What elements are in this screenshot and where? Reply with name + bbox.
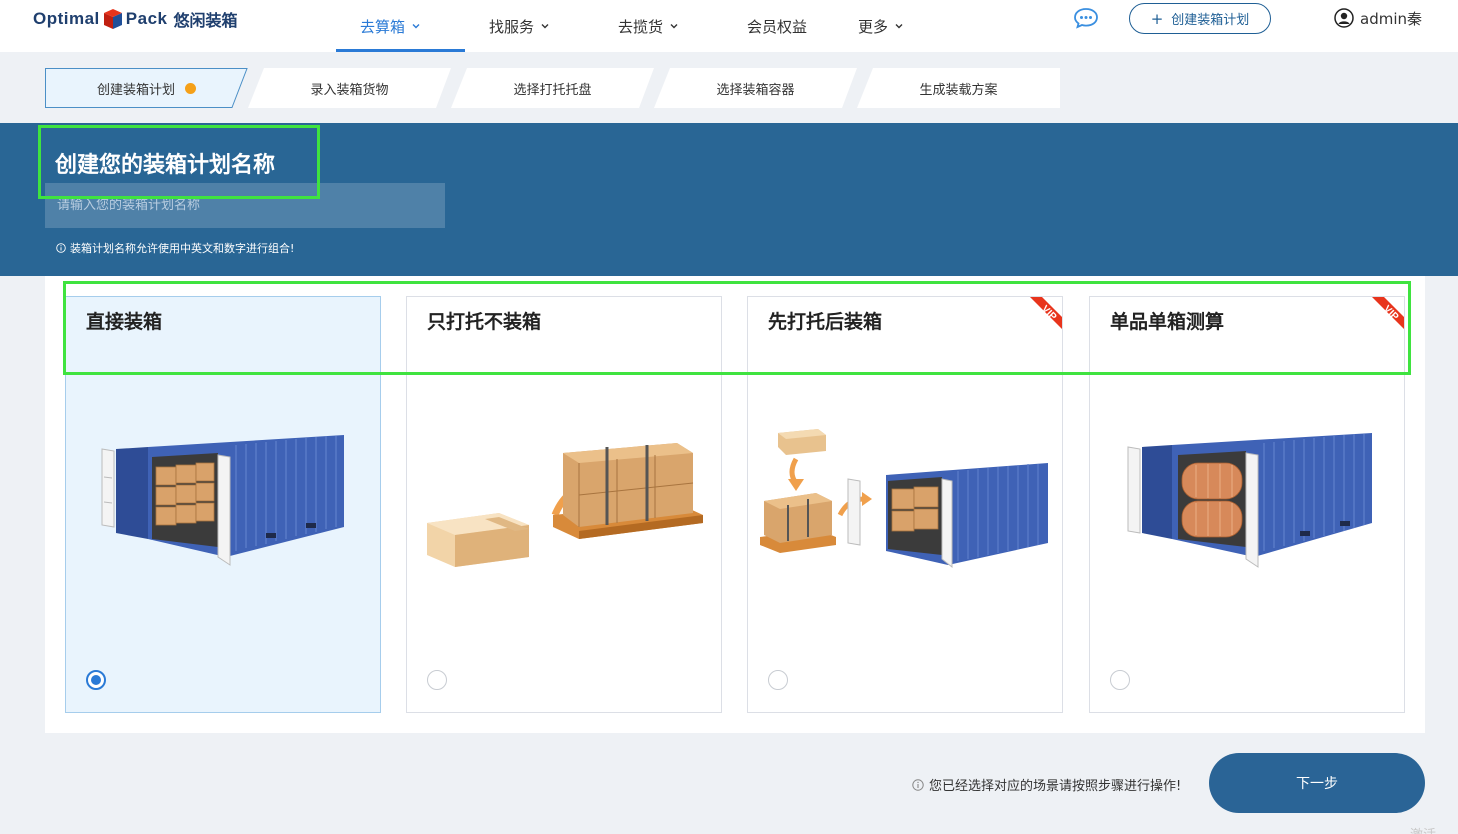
option-card-pallet-then-pack[interactable]: 先打托后装箱 VIP [747, 296, 1063, 713]
next-step-button[interactable]: 下一步 [1209, 753, 1425, 813]
footer-hint: 您已经选择对应的场景请按照步骤进行操作! [912, 775, 1181, 794]
pallet-to-container-icon [760, 429, 1048, 569]
plus-icon: + [1150, 9, 1164, 28]
chevron-down-icon [412, 24, 420, 29]
step-create-plan[interactable]: 创建装箱计划 [45, 68, 248, 108]
cube-logo-icon [103, 9, 122, 29]
step-select-pallet[interactable]: 选择打托托盘 [451, 68, 654, 108]
option-title: 先打托后装箱 [768, 311, 883, 333]
active-step-dot [185, 82, 196, 94]
step-label: 选择装箱容器 [716, 82, 795, 98]
brand-cn-name: 悠闲装箱 [173, 11, 238, 30]
step-label: 创建装箱计划 [96, 82, 175, 98]
create-plan-label: 创建装箱计划 [1171, 13, 1250, 28]
plan-name-input[interactable] [45, 183, 445, 228]
nav-get-cargo-label: 去揽货 [618, 17, 664, 36]
nav-calc-box[interactable]: 去算箱 [360, 0, 421, 52]
step-generate-plan[interactable]: 生成装载方案 [857, 68, 1060, 108]
user-menu[interactable]: admin秦 [1334, 6, 1422, 30]
chevron-down-icon [670, 24, 678, 29]
page-title: 创建您的装箱计划名称 [55, 153, 276, 178]
option-title: 直接装箱 [86, 311, 163, 333]
option-radio[interactable] [1110, 670, 1130, 690]
name-hint: 装箱计划名称允许使用中英文和数字进行组合! [56, 240, 294, 256]
option-radio[interactable] [427, 670, 447, 690]
chevron-down-icon [541, 24, 549, 29]
nav-find-service[interactable]: 找服务 [489, 0, 550, 52]
brand-word-1: Optimal [33, 9, 100, 28]
option-card-single-item[interactable]: 单品单箱测算 VIP [1089, 296, 1405, 713]
brand-logo[interactable]: Optimal Pack 悠闲装箱 [33, 4, 238, 34]
step-select-container[interactable]: 选择装箱容器 [654, 68, 857, 108]
vip-ribbon: VIP [1030, 297, 1062, 329]
user-name: admin秦 [1360, 9, 1422, 28]
top-navbar: Optimal Pack 悠闲装箱 去算箱 找服务 去揽货 会员权益 更多 + … [0, 0, 1458, 52]
box-to-pallet-icon [427, 443, 703, 567]
create-plan-button[interactable]: + 创建装箱计划 [1129, 3, 1271, 34]
nav-calc-box-label: 去算箱 [360, 17, 406, 36]
corner-watermark-text: 激活 [1410, 824, 1436, 834]
info-icon [912, 778, 924, 791]
container-with-boxes-icon [101, 435, 344, 566]
container-with-rolls-icon [1127, 433, 1372, 568]
user-avatar-icon [1334, 8, 1354, 28]
step-label: 选择打托托盘 [513, 82, 592, 98]
option-title: 只打托不装箱 [427, 311, 542, 333]
brand-word-2: Pack [125, 9, 168, 28]
step-label: 录入装箱货物 [310, 82, 389, 98]
step-enter-cargo[interactable]: 录入装箱货物 [248, 68, 451, 108]
option-radio[interactable] [768, 670, 788, 690]
nav-find-service-label: 找服务 [489, 17, 535, 36]
name-hint-text: 装箱计划名称允许使用中英文和数字进行组合! [70, 242, 295, 255]
info-icon [56, 243, 66, 253]
option-title: 单品单箱测算 [1110, 311, 1225, 333]
nav-more[interactable]: 更多 [858, 0, 904, 52]
vip-ribbon: VIP [1372, 297, 1404, 329]
nav-active-underline [336, 49, 465, 52]
option-radio[interactable] [86, 670, 106, 690]
option-card-direct-packing[interactable]: 直接装箱 [65, 296, 381, 713]
nav-more-label: 更多 [858, 17, 889, 36]
step-label: 生成装载方案 [919, 82, 998, 98]
chat-icon[interactable] [1073, 6, 1099, 30]
chevron-down-icon [895, 24, 903, 29]
option-card-pallet-only[interactable]: 只打托不装箱 [406, 296, 722, 713]
nav-member-benefits[interactable]: 会员权益 [747, 0, 807, 52]
nav-member-benefits-label: 会员权益 [747, 17, 808, 36]
footer-hint-text: 您已经选择对应的场景请按照步骤进行操作! [929, 779, 1182, 794]
nav-get-cargo[interactable]: 去揽货 [618, 0, 679, 52]
